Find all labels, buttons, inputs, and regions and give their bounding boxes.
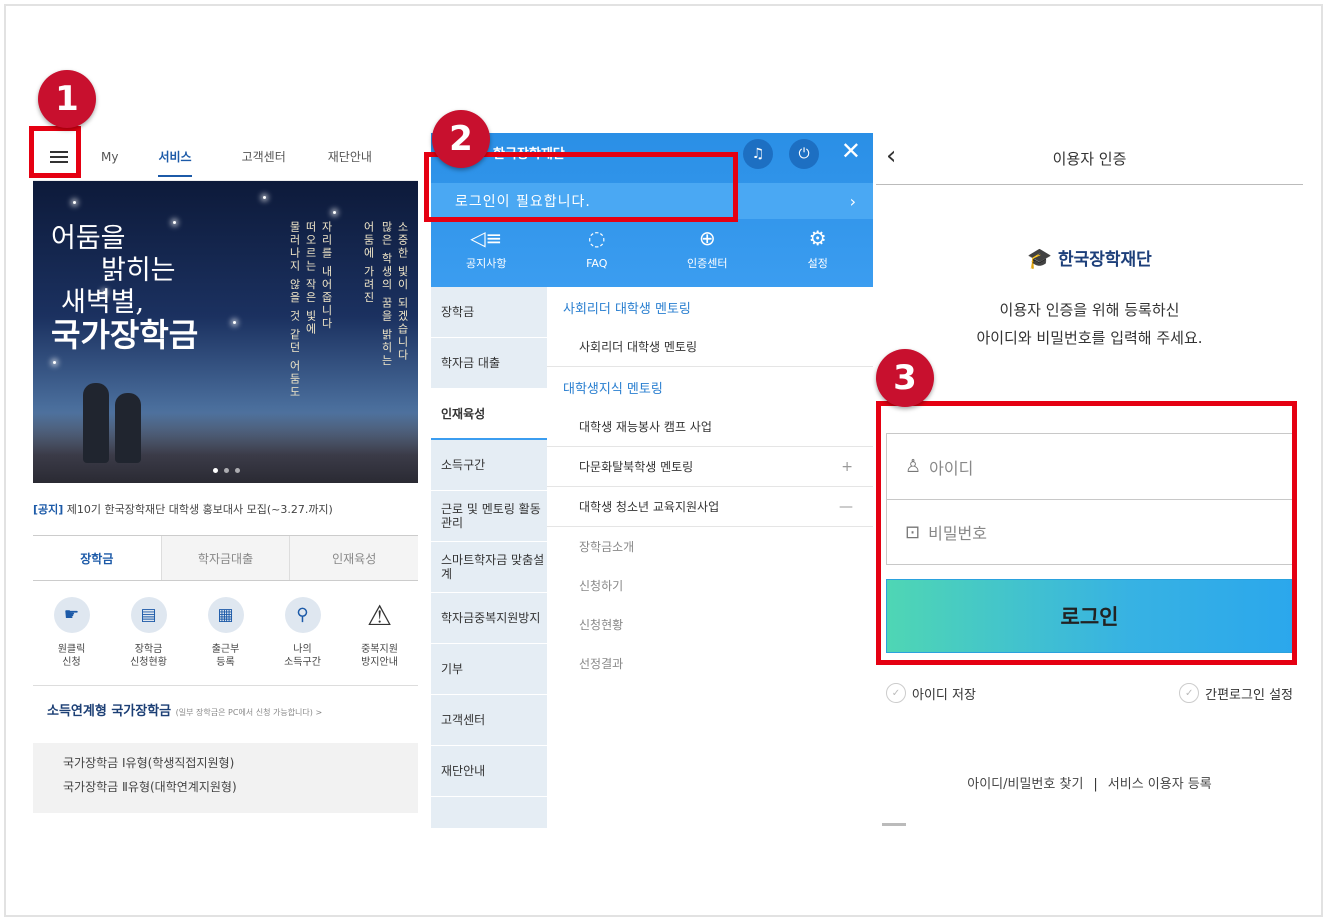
graduation-cap-icon: 🎓 — [1027, 246, 1053, 270]
megaphone-icon: ◁≡ — [470, 226, 503, 250]
plus-icon[interactable]: + — [841, 459, 853, 475]
page-title: 이용자 인증 — [1052, 150, 1127, 168]
quick-income-bracket[interactable]: ⚲ 나의 소득구간 — [272, 597, 334, 685]
auth-instruction: 이용자 인증을 위해 등록하신 아이디와 비밀번호를 입력해 주세요. — [976, 301, 1203, 347]
monitor-icon: ▤ — [130, 597, 167, 633]
sidebar-item-foundation[interactable]: 재단안내 — [431, 746, 547, 797]
quick-one-click[interactable]: ☛ 원클릭 신청 — [41, 597, 103, 685]
minus-icon[interactable]: — — [839, 499, 853, 515]
banner-poem-line: 물러나지 않을 것 같던 어둠도 — [288, 221, 301, 399]
login-options: ✓ 아이디 저장 ✓ 간편로그인 설정 — [886, 683, 1293, 703]
quick-duplicate-prevention[interactable]: ⚠ 중복지원 방지안내 — [349, 597, 411, 685]
menu-item[interactable]: 대학생 청소년 교육지원사업 — — [547, 487, 873, 527]
income-linked-section[interactable]: 소득연계형 국가장학금 (일부 장학금은 PC에서 신청 가능합니다) > — [33, 685, 418, 733]
menu-item[interactable]: 다문화탈북학생 멘토링 + — [547, 447, 873, 487]
power-icon[interactable]: ⏻ — [789, 139, 819, 169]
divider — [882, 823, 906, 826]
drawer-notice[interactable]: ◁≡ 공지사항 — [451, 226, 521, 271]
drawer-settings[interactable]: ⚙ 설정 — [783, 226, 853, 271]
nav-service[interactable]: 서비스 — [158, 148, 192, 177]
drawer-faq[interactable]: ◌ FAQ — [562, 226, 632, 271]
warning-icon: ⚠ — [366, 598, 393, 632]
quick-attendance[interactable]: ▦ 출근부 등록 — [195, 597, 257, 685]
carousel-dots[interactable] — [213, 468, 240, 473]
menu-category[interactable]: 대학생지식 멘토링 — [547, 367, 873, 407]
list-item[interactable]: 국가장학금 Ⅰ유형(학생직접지원형) — [63, 751, 388, 775]
menu-item[interactable]: 사회리더 대학생 멘토링 — [547, 327, 873, 367]
menu-subitem[interactable]: 신청하기 — [547, 566, 873, 605]
menu-item[interactable]: 대학생 재능봉사 캠프 사업 — [547, 407, 873, 447]
step-marker-2: 2 — [432, 110, 490, 168]
notice-line[interactable]: [공지] 제10기 한국장학재단 대학생 홍보대사 모집(~3.27.까지) — [33, 483, 418, 535]
check-icon: ✓ — [886, 683, 906, 703]
footer-links: 아이디/비밀번호 찾기 | 서비스 이용자 등록 — [967, 777, 1212, 792]
step-marker-1: 1 — [38, 70, 96, 128]
banner-title: 어둠을 밝히는 새벽별, 국가장학금 — [51, 223, 199, 354]
click-icon: ☛ — [53, 597, 90, 633]
lock-icon: ⊕ — [698, 226, 716, 250]
menu-drawer: 한국장학재단 ♫ ⏻ ✕ 로그인이 필요합니다. › ◁≡ 공지사항 ◌ FAQ ⊕ 인… — [431, 133, 873, 828]
drawer-quick-icons: ◁≡ 공지사항 ◌ FAQ ⊕ 인증센터 ⚙ 설정 — [431, 226, 873, 271]
income-scholarship-list: 국가장학금 Ⅰ유형(학생직접지원형) 국가장학금 Ⅱ유형(대학연계지원형) — [33, 743, 418, 813]
sidebar-item-loan[interactable]: 학자금 대출 — [431, 338, 547, 389]
bell-icon[interactable]: ♫ — [743, 139, 773, 169]
list-item[interactable]: 국가장학금 Ⅱ유형(대학연계지원형) — [63, 775, 388, 799]
menu-subitem[interactable]: 선정결과 — [547, 644, 873, 683]
save-id-checkbox[interactable]: ✓ 아이디 저장 — [886, 683, 976, 703]
drawer-body: 장학금 학자금 대출 인재육성 소득구간 근로 및 멘토링 활동관리 스마트학자… — [431, 287, 873, 828]
login-header: ‹ 이용자 인증 — [876, 133, 1303, 185]
check-icon: ✓ — [1179, 683, 1200, 703]
close-icon[interactable]: ✕ — [841, 137, 861, 165]
highlight-login-form — [876, 401, 1297, 665]
banner-poem-line: 소중한 빛이 되겠습니다 — [396, 221, 409, 362]
quick-application-status[interactable]: ▤ 장학금 신청현황 — [118, 597, 180, 685]
promo-banner[interactable]: 어둠을 밝히는 새벽별, 국가장학금 소중한 빛이 되겠습니다 많은 학생의 꿈… — [33, 181, 418, 483]
quick-menu: ☛ 원클릭 신청 ▤ 장학금 신청현황 ▦ 출근부 등록 ⚲ 나의 소득구간 ⚠ 중복지원 방지안내 — [33, 581, 418, 685]
banner-poem-line: 떠오르는 작은 빛에 — [304, 221, 317, 336]
calendar-icon: ▦ — [207, 597, 244, 633]
sidebar-item-donation[interactable]: 기부 — [431, 644, 547, 695]
category-tabs: 장학금 학자금대출 인재육성 — [33, 535, 418, 581]
home-screen: My 서비스 고객센터 재단안내 어둠을 밝히는 새벽별, 국가장학금 소중한 … — [33, 133, 418, 823]
nav-my[interactable]: My — [101, 150, 118, 164]
highlight-hamburger — [29, 126, 81, 178]
easy-login-checkbox[interactable]: ✓ 간편로그인 설정 — [1179, 683, 1293, 703]
sidebar-item-talent[interactable]: 인재육성 — [431, 389, 547, 440]
banner-person — [115, 393, 141, 463]
nav-customer-center[interactable]: 고객센터 — [242, 148, 286, 165]
back-arrow-icon[interactable]: ‹ — [886, 141, 896, 171]
menu-subitem[interactable]: 신청현황 — [547, 605, 873, 644]
tab-scholarship[interactable]: 장학금 — [33, 536, 161, 580]
register-link[interactable]: 서비스 이용자 등록 — [1108, 777, 1212, 792]
tab-student-loan[interactable]: 학자금대출 — [160, 536, 290, 580]
drawer-sidebar: 장학금 학자금 대출 인재육성 소득구간 근로 및 멘토링 활동관리 스마트학자… — [431, 287, 547, 828]
banner-poem-line: 많은 학생의 꿈을 밝히는 — [380, 221, 393, 368]
chat-bubble-icon: ◌ — [588, 226, 606, 250]
tab-talent[interactable]: 인재육성 — [289, 536, 418, 580]
sidebar-item-customer[interactable]: 고객센터 — [431, 695, 547, 746]
find-account-link[interactable]: 아이디/비밀번호 찾기 — [967, 777, 1083, 792]
sidebar-item-income[interactable]: 소득구간 — [431, 440, 547, 491]
menu-category[interactable]: 사회리더 대학생 멘토링 — [547, 287, 873, 327]
banner-person — [83, 383, 109, 463]
gear-icon: ⚙ — [808, 226, 827, 250]
sidebar-item-work-mentoring[interactable]: 근로 및 멘토링 활동관리 — [431, 491, 547, 542]
sidebar-item-duplicate[interactable]: 학자금중복지원방지 — [431, 593, 547, 644]
sidebar-item-scholarship[interactable]: 장학금 — [431, 287, 547, 338]
menu-subitem[interactable]: 장학금소개 — [547, 527, 873, 566]
banner-poem-line: 자리를 내어줍니다 — [320, 221, 333, 331]
sidebar-item-smart-plan[interactable]: 스마트학자금 맞춤설계 — [431, 542, 547, 593]
step-marker-3: 3 — [876, 349, 934, 407]
banner-poem-line: 어둠에 가려진 — [362, 221, 375, 305]
top-nav: My 서비스 고객센터 재단안내 — [33, 133, 418, 181]
drawer-submenu: 사회리더 대학생 멘토링 사회리더 대학생 멘토링 대학생지식 멘토링 대학생 … — [547, 287, 873, 828]
nav-foundation-info[interactable]: 재단안내 — [328, 148, 372, 165]
magnifier-icon: ⚲ — [284, 597, 321, 633]
drawer-auth-center[interactable]: ⊕ 인증센터 — [672, 226, 742, 271]
brand-logo: 🎓 한국장학재단 — [1027, 246, 1152, 270]
chevron-right-icon: › — [849, 191, 857, 211]
